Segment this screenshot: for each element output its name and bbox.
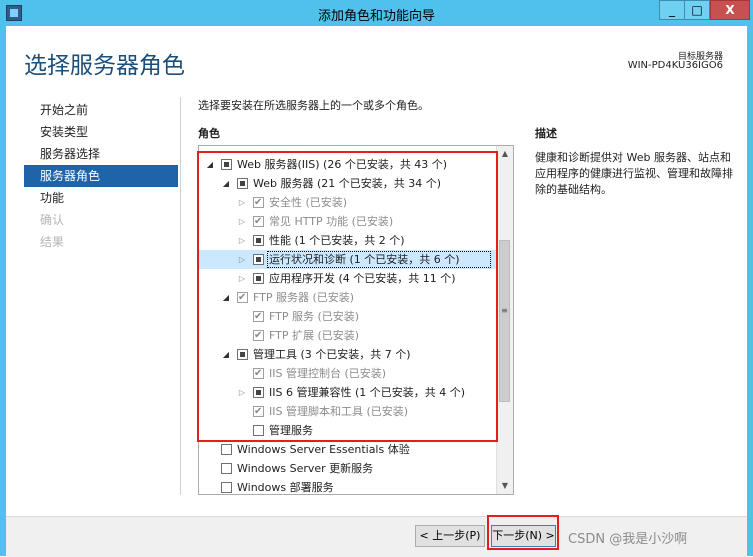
highlight-annotation-next	[487, 515, 559, 550]
instruction-text: 选择要安装在所选服务器上的一个或多个角色。	[198, 99, 429, 112]
minimize-button[interactable]: _	[659, 0, 685, 20]
window-frame-right	[747, 26, 753, 556]
nav-divider	[180, 97, 181, 495]
role-row[interactable]: Windows Server Essentials 体验	[199, 440, 497, 459]
scroll-up-icon[interactable]: ▲	[497, 146, 513, 162]
close-button[interactable]: X	[710, 0, 750, 20]
title-bar: 添加角色和功能向导 _ □ X	[0, 0, 753, 26]
maximize-button[interactable]: □	[684, 0, 710, 20]
scroll-thumb[interactable]: ≡	[499, 240, 510, 402]
watermark: CSDN @我是小沙啊	[568, 532, 688, 547]
wizard-nav: 开始之前 安装类型 服务器选择 服务器角色 功能 确认 结果	[24, 99, 178, 253]
page-title: 选择服务器角色	[24, 53, 185, 79]
roles-scrollbar[interactable]: ▲ ≡ ▼	[496, 146, 513, 494]
highlight-annotation-roles	[197, 151, 498, 442]
window-title: 添加角色和功能向导	[317, 9, 435, 24]
role-label: Windows 部署服务	[237, 481, 334, 494]
nav-item-before-you-begin[interactable]: 开始之前	[24, 99, 178, 121]
nav-item-installation-type[interactable]: 安装类型	[24, 121, 178, 143]
role-label: Windows Server 更新服务	[237, 462, 374, 475]
scroll-down-icon[interactable]: ▼	[497, 478, 513, 494]
role-row[interactable]: Windows Server 更新服务	[199, 459, 497, 478]
nav-item-features[interactable]: 功能	[24, 187, 178, 209]
nav-item-results: 结果	[40, 235, 65, 249]
previous-button[interactable]: < 上一步(P)	[415, 525, 485, 547]
target-server-name: WIN-PD4KU36IGO6	[627, 60, 723, 71]
scroll-grip-icon: ≡	[501, 306, 508, 315]
roles-heading: 角色	[198, 127, 220, 140]
nav-item-server-selection[interactable]: 服务器选择	[24, 143, 178, 165]
role-label: Windows Server Essentials 体验	[237, 443, 410, 456]
role-checkbox[interactable]	[221, 482, 232, 493]
role-checkbox[interactable]	[221, 444, 232, 455]
description-text: 健康和诊断提供对 Web 服务器、站点和应用程序的健康进行监视、管理和故障排除的…	[535, 151, 733, 196]
nav-item-confirmation: 确认	[40, 213, 65, 227]
role-row[interactable]: Windows 部署服务	[199, 478, 497, 494]
window-frame-left	[0, 26, 6, 556]
description-heading: 描述	[535, 127, 557, 140]
nav-item-server-roles[interactable]: 服务器角色	[24, 165, 178, 187]
role-checkbox[interactable]	[221, 463, 232, 474]
